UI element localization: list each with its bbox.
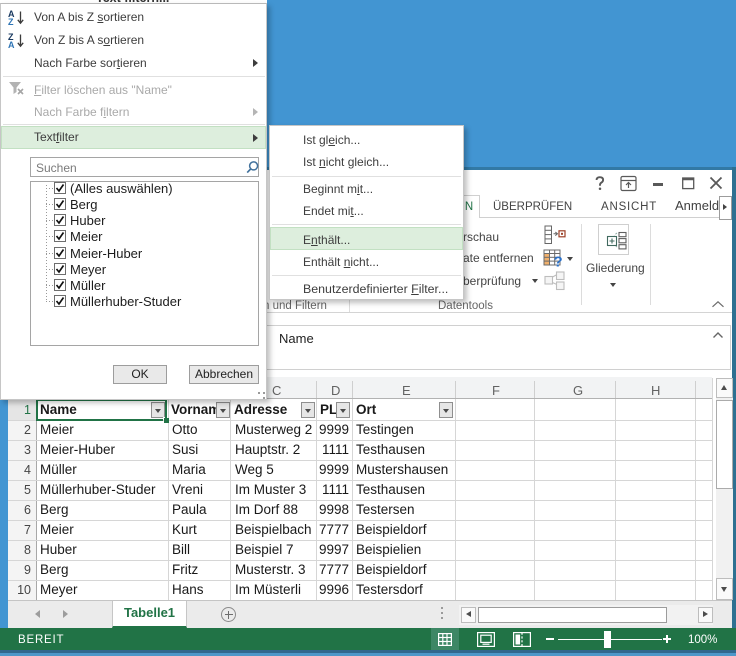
svg-text:A: A [8,40,15,49]
svg-text:?: ? [554,254,563,268]
svg-text:Z: Z [8,17,14,26]
